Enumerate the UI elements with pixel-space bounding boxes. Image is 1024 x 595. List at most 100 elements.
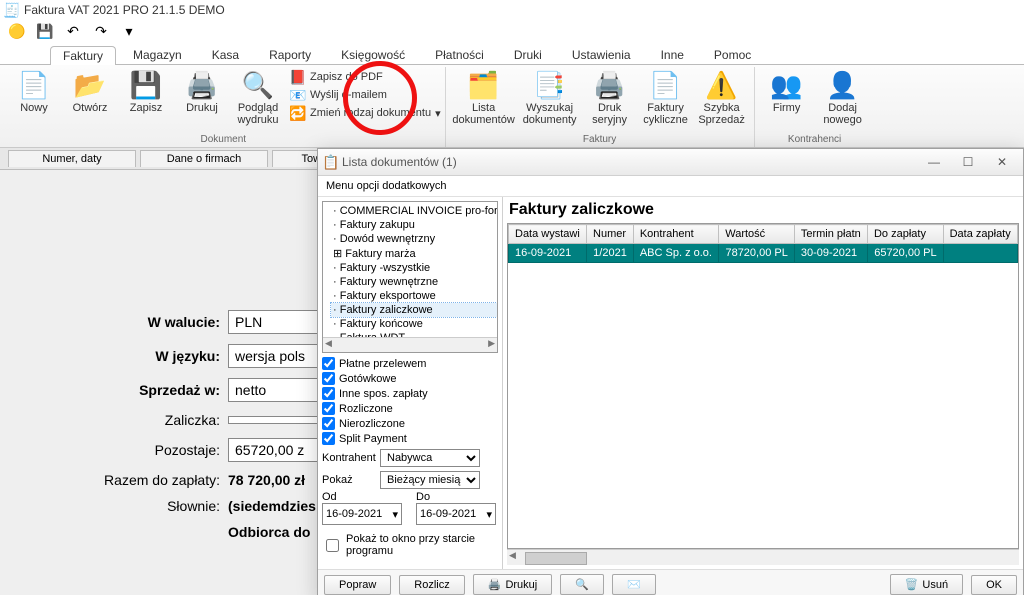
filter-check[interactable]: Płatne przelewem xyxy=(322,357,498,370)
filter-check-input[interactable] xyxy=(322,357,335,370)
tree-node[interactable]: · Faktury -wszystkie xyxy=(331,261,497,275)
grid-column-header[interactable]: Wartość xyxy=(719,225,795,244)
invoice-grid[interactable]: Data wystawiNumerKontrahentWartośćTermin… xyxy=(507,223,1019,549)
filter-check[interactable]: Gotówkowe xyxy=(322,372,498,385)
tab-płatności[interactable]: Płatności xyxy=(422,45,497,64)
grid-hscroll[interactable] xyxy=(507,549,1019,565)
tree-node[interactable]: · Faktury końcowe xyxy=(331,317,497,331)
tree-hscroll[interactable] xyxy=(323,337,497,352)
do-label: Do xyxy=(416,491,496,503)
quick-sale-icon: ⚠️ xyxy=(705,69,739,103)
popraw-button[interactable]: Popraw xyxy=(324,575,391,595)
ribbon-zapisz-pdf-button[interactable]: 📕 Zapisz do PDF xyxy=(290,69,441,85)
dialog-titlebar[interactable]: 📋 Lista dokumentów (1) — ☐ ✕ xyxy=(318,149,1023,176)
grid-cell: ABC Sp. z o.o. xyxy=(633,244,718,263)
window-titlebar: 🧾 Faktura VAT 2021 PRO 21.1.5 DEMO xyxy=(0,0,1024,20)
tree-node[interactable]: · Faktury zaliczkowe xyxy=(331,303,497,317)
doc-type-tree[interactable]: · COMMERCIAL INVOICE pro-for· Faktury za… xyxy=(322,201,498,353)
filter-check-label: Gotówkowe xyxy=(339,373,396,385)
filter-check-input[interactable] xyxy=(322,402,335,415)
ribbon-szybka-sprzedaz-button[interactable]: ⚠️ Szybka Sprzedaż xyxy=(694,67,750,133)
ribbon-dodaj-nowego-button[interactable]: 👤 Dodaj nowego xyxy=(815,67,871,133)
ribbon-group-kontrahenci: 👥 Firmy 👤 Dodaj nowego Kontrahenci xyxy=(755,67,875,147)
tab-ustawienia[interactable]: Ustawienia xyxy=(559,45,644,64)
ribbon: 📄 Nowy 📂 Otwórz 💾 Zapisz 🖨️ Drukuj 🔍 Pod… xyxy=(0,65,1024,148)
dialog-menu[interactable]: Menu opcji dodatkowych xyxy=(318,176,1023,197)
search-docs-icon: 📑 xyxy=(533,69,567,103)
ribbon-nowy-button[interactable]: 📄 Nowy xyxy=(6,67,62,133)
drukuj-button[interactable]: 🖨️ Drukuj xyxy=(473,574,553,595)
rozlicz-button[interactable]: Rozlicz xyxy=(399,575,464,595)
qat-save-icon[interactable]: 💾 xyxy=(34,21,56,41)
ribbon-wyslij-email-button[interactable]: 📧 Wyślij e-mailem xyxy=(290,87,441,103)
grid-row[interactable]: 16-09-20211/2021ABC Sp. z o.o.78720,00 P… xyxy=(509,244,1018,263)
ribbon-lista-dokumentow-button[interactable]: 🗂️ Lista dokumentów xyxy=(450,67,518,133)
filter-check[interactable]: Rozliczone xyxy=(322,402,498,415)
grid-column-header[interactable]: Do zapłaty xyxy=(867,225,943,244)
filter-check-input[interactable] xyxy=(322,417,335,430)
dialog-filter-pane: · COMMERCIAL INVOICE pro-for· Faktury za… xyxy=(318,197,503,569)
tree-node[interactable]: ⊞ Faktury marża xyxy=(331,246,497,261)
tab-kasa[interactable]: Kasa xyxy=(199,45,252,64)
tab-druki[interactable]: Druki xyxy=(501,45,555,64)
sheet-tab[interactable]: Numer, daty xyxy=(8,150,136,167)
tree-node[interactable]: · Faktury eksportowe xyxy=(331,289,497,303)
pokaz-select[interactable]: Bieżący miesiąc xyxy=(380,471,480,489)
pozostaje-label: Pozostaje: xyxy=(40,442,228,458)
ribbon-zapisz-button[interactable]: 💾 Zapisz xyxy=(118,67,174,133)
grid-column-header[interactable]: Kontrahent xyxy=(633,225,718,244)
show-on-start-check-input[interactable] xyxy=(326,539,339,552)
tree-node[interactable]: · COMMERCIAL INVOICE pro-for xyxy=(331,204,497,218)
tab-inne[interactable]: Inne xyxy=(648,45,697,64)
filter-check[interactable]: Split Payment xyxy=(322,432,498,445)
mail-icon-button[interactable]: ✉️ xyxy=(612,574,656,595)
grid-cell: 1/2021 xyxy=(587,244,634,263)
kontrahent-label: Kontrahent xyxy=(322,452,376,464)
ribbon-drukuj-button[interactable]: 🖨️ Drukuj xyxy=(174,67,230,133)
tree-node[interactable]: · Faktury zakupu xyxy=(331,218,497,232)
tab-raporty[interactable]: Raporty xyxy=(256,45,324,64)
od-date-input[interactable]: 16-09-2021▾ xyxy=(322,503,402,525)
filter-check-input[interactable] xyxy=(322,432,335,445)
ribbon-druk-seryjny-button[interactable]: 🖨️ Druk seryjny xyxy=(582,67,638,133)
ribbon-podglad-button[interactable]: 🔍 Podgląd wydruku xyxy=(230,67,286,133)
grid-column-header[interactable]: Data wystawi xyxy=(509,225,587,244)
od-label: Od xyxy=(322,491,402,503)
add-user-icon: 👤 xyxy=(826,69,860,103)
qat-undo-icon[interactable]: ↶ xyxy=(62,21,84,41)
grid-column-header[interactable]: Data zapłaty xyxy=(943,225,1017,244)
show-on-start-checkbox[interactable]: Pokaż to okno przy starcie programu xyxy=(322,525,498,557)
qat-app-icon[interactable]: 🟡 xyxy=(6,21,28,41)
tree-node[interactable]: · Faktury wewnętrzne xyxy=(331,275,497,289)
ok-button[interactable]: OK xyxy=(971,575,1017,595)
search-icon-button[interactable]: 🔍 xyxy=(560,574,604,595)
ribbon-wyszukaj-button[interactable]: 📑 Wyszukaj dokumenty xyxy=(518,67,582,133)
grid-column-header[interactable]: Termin płatn xyxy=(794,225,867,244)
tab-magazyn[interactable]: Magazyn xyxy=(120,45,195,64)
filter-check[interactable]: Nierozliczone xyxy=(322,417,498,430)
tab-pomoc[interactable]: Pomoc xyxy=(701,45,764,64)
close-button[interactable]: ✕ xyxy=(985,153,1019,172)
filter-check[interactable]: Inne spos. zapłaty xyxy=(322,387,498,400)
ribbon-tabs: FakturyMagazynKasaRaportyKsięgowośćPłatn… xyxy=(0,42,1024,65)
minimize-button[interactable]: — xyxy=(917,153,951,172)
maximize-button[interactable]: ☐ xyxy=(951,153,985,172)
ribbon-zmien-rodzaj-button[interactable]: 🔁 Zmień rodzaj dokumentu▾ xyxy=(290,105,441,121)
ribbon-faktury-cykliczne-button[interactable]: 📄 Faktury cykliczne xyxy=(638,67,694,133)
usun-button[interactable]: 🗑️ Usuń xyxy=(890,574,963,595)
grid-column-header[interactable]: Numer xyxy=(587,225,634,244)
tree-node[interactable]: · Dowód wewnętrzny xyxy=(331,232,497,246)
lista-dokumentow-dialog: 📋 Lista dokumentów (1) — ☐ ✕ Menu opcji … xyxy=(317,148,1024,595)
qat-redo-icon[interactable]: ↷ xyxy=(90,21,112,41)
sheet-tab[interactable]: Dane o firmach xyxy=(140,150,268,167)
qat-dropdown-icon[interactable]: ▾ xyxy=(118,21,140,41)
ribbon-firmy-button[interactable]: 👥 Firmy xyxy=(759,67,815,133)
tab-faktury[interactable]: Faktury xyxy=(50,46,116,65)
do-date-input[interactable]: 16-09-2021▾ xyxy=(416,503,496,525)
tab-księgowość[interactable]: Księgowość xyxy=(328,45,418,64)
serial-print-icon: 🖨️ xyxy=(593,69,627,103)
kontrahent-select[interactable]: Nabywca xyxy=(380,449,480,467)
filter-check-input[interactable] xyxy=(322,372,335,385)
filter-check-input[interactable] xyxy=(322,387,335,400)
ribbon-otworz-button[interactable]: 📂 Otwórz xyxy=(62,67,118,133)
